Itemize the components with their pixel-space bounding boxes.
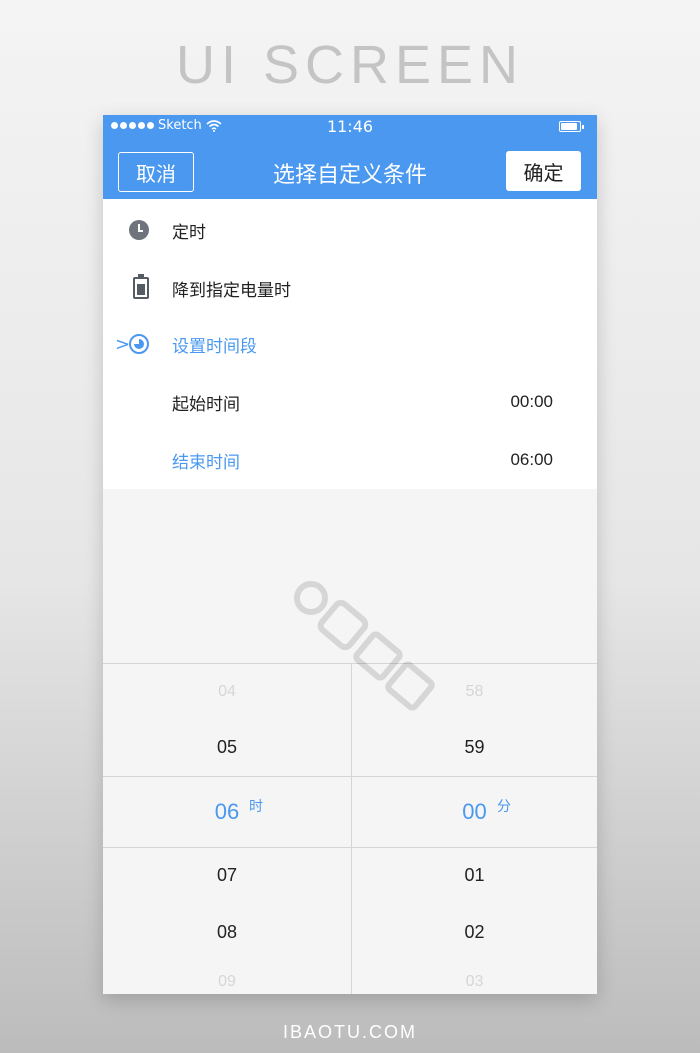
status-bar: Sketch 11:46 <box>103 115 597 139</box>
minute-option[interactable]: 59 <box>352 737 597 758</box>
end-time-value: 06:00 <box>510 450 553 469</box>
battery-icon <box>133 274 149 299</box>
hour-option[interactable]: 04 <box>103 683 351 701</box>
condition-label: 降到指定电量时 <box>172 280 291 301</box>
clock-icon <box>129 220 149 240</box>
minute-selected[interactable]: 00 <box>352 799 597 825</box>
confirm-button[interactable]: 确定 <box>506 151 581 191</box>
chevron-right-icon: > <box>115 333 131 355</box>
hour-option[interactable]: 08 <box>103 922 351 943</box>
minute-option[interactable]: 01 <box>352 865 597 886</box>
banner-title: UI SCREEN <box>175 35 525 95</box>
minute-wheel[interactable]: 58 59 00 分 01 02 03 <box>352 664 597 994</box>
battery-status-icon <box>559 121 584 132</box>
minute-option[interactable]: 02 <box>352 922 597 943</box>
hour-option[interactable]: 05 <box>103 737 351 758</box>
hour-unit: 时 <box>249 799 263 815</box>
hour-option[interactable]: 07 <box>103 865 351 886</box>
condition-label: 定时 <box>172 222 206 243</box>
hour-wheel[interactable]: 04 05 06 时 07 08 09 <box>103 664 351 994</box>
minute-unit: 分 <box>497 799 511 815</box>
time-picker[interactable]: 04 05 06 时 07 08 09 58 59 00 分 01 02 03 <box>103 663 597 994</box>
minute-option[interactable]: 03 <box>352 973 597 991</box>
hour-selected[interactable]: 06 <box>103 799 351 825</box>
timer-icon <box>129 334 149 354</box>
start-time-row[interactable]: 起始时间 00:00 <box>103 377 597 427</box>
hour-option[interactable]: 09 <box>103 973 351 991</box>
phone-screen: Sketch 11:46 取消 选择自定义条件 确定 定时 降到指定电量时 > <box>103 115 597 994</box>
nav-bar: 取消 选择自定义条件 确定 <box>103 139 597 199</box>
condition-label: 设置时间段 <box>172 336 257 357</box>
status-time: 11:46 <box>326 117 374 136</box>
minute-option[interactable]: 58 <box>352 683 597 701</box>
condition-item-time-range[interactable]: > 设置时间段 <box>103 319 597 369</box>
end-time-row[interactable]: 结束时间 06:00 <box>103 435 597 485</box>
condition-item-timer[interactable]: 定时 <box>103 205 597 255</box>
end-time-label: 结束时间 <box>172 452 240 473</box>
start-time-label: 起始时间 <box>172 394 240 415</box>
condition-item-battery[interactable]: 降到指定电量时 <box>103 263 597 313</box>
footer-brand: IBAOTU.COM <box>282 1022 417 1042</box>
start-time-value: 00:00 <box>510 392 553 411</box>
condition-list: 定时 降到指定电量时 > 设置时间段 起始时间 00:00 结束时间 06:00 <box>103 199 597 489</box>
